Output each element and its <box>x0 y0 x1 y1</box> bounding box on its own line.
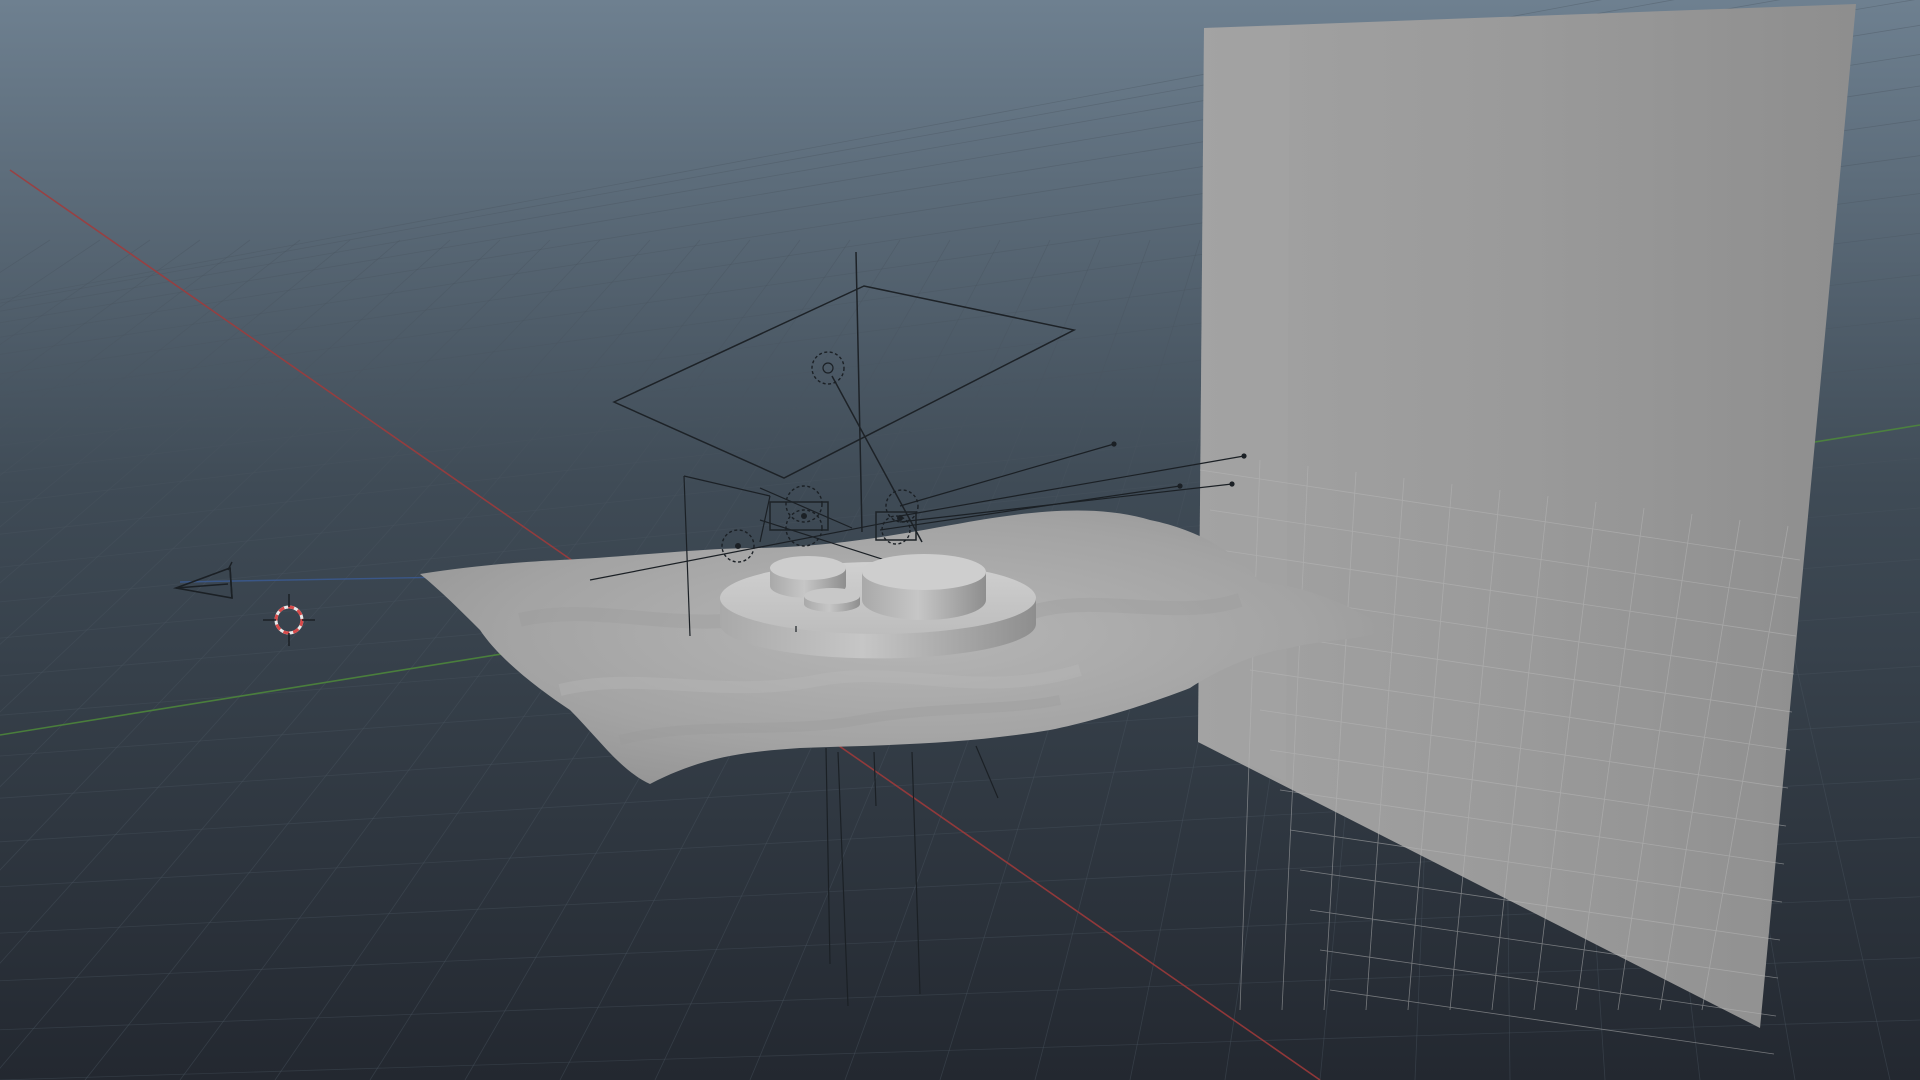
small-puck[interactable] <box>804 588 860 612</box>
3d-viewport[interactable] <box>0 0 1920 1080</box>
viewport-canvas[interactable] <box>0 0 1920 1080</box>
large-cylinder-right[interactable] <box>862 554 986 620</box>
